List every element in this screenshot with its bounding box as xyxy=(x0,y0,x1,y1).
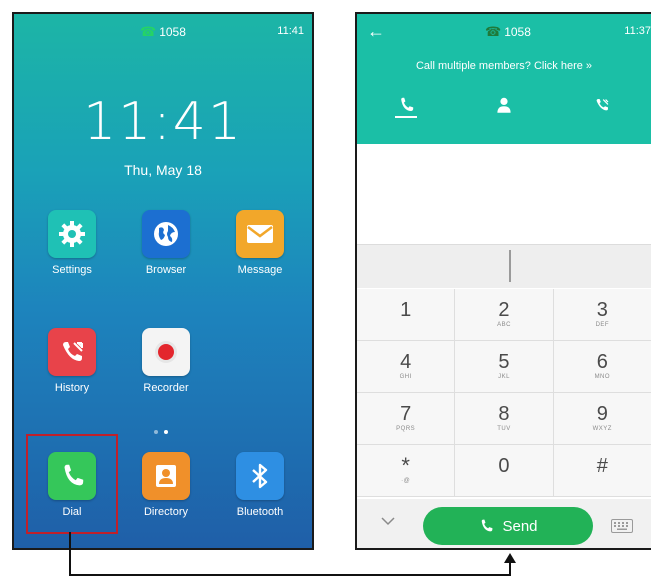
tab-dial[interactable] xyxy=(357,86,455,124)
back-arrow-icon[interactable]: ← xyxy=(367,21,385,42)
key-0[interactable]: 0 xyxy=(455,445,554,496)
keypad-row: 4 GHI 5 JKL 6 MNO xyxy=(357,341,651,393)
send-label: Send xyxy=(502,517,538,535)
app-directory[interactable]: Directory xyxy=(130,452,202,518)
keyboard-icon[interactable] xyxy=(611,519,633,538)
status-extension: ☎ 1058 xyxy=(485,24,531,40)
extension-number: 1058 xyxy=(504,25,531,39)
key-letters: ABC xyxy=(497,322,511,328)
key-letters: DEF xyxy=(595,322,610,328)
phone-icon: ☎ xyxy=(140,24,157,39)
page-indicator xyxy=(154,430,168,434)
gear-icon xyxy=(48,210,96,258)
key-9[interactable]: 9 WXYZ xyxy=(553,393,651,444)
key-3[interactable]: 3 DEF xyxy=(553,289,651,340)
key-letters: ·@ xyxy=(401,478,411,484)
app-label: Browser xyxy=(145,264,187,276)
key-letters: JKL xyxy=(498,374,510,380)
clock-date: Thu, May 18 xyxy=(124,162,202,178)
key-letters: PQRS xyxy=(396,426,416,432)
key-digit: 4 xyxy=(400,351,412,373)
clock-time: 11:41 xyxy=(83,92,243,152)
bluetooth-icon xyxy=(236,452,284,500)
dialer-screen: ← ☎ 1058 11:37 Call multiple members? Cl… xyxy=(355,12,651,550)
key-digit: 7 xyxy=(400,403,412,425)
app-settings[interactable]: Settings xyxy=(36,210,108,276)
tab-contacts[interactable] xyxy=(455,86,553,124)
phone-icon xyxy=(401,97,414,111)
home-screen: ☎ 1058 11:41 11:41 Thu, May 18 Settings … xyxy=(12,12,314,550)
key-digit: 1 xyxy=(400,299,412,321)
app-label: Bluetooth xyxy=(236,506,284,518)
keypad-row: 7 PQRS 8 TUV 9 WXYZ xyxy=(357,393,651,445)
key-digit: 9 xyxy=(596,403,608,425)
key-digit: # xyxy=(596,455,608,477)
dial-highlight-box xyxy=(26,434,118,534)
contact-icon xyxy=(142,452,190,500)
call-history-icon xyxy=(48,328,96,376)
page-dot-active xyxy=(164,430,168,434)
key-digit: 2 xyxy=(498,299,510,321)
dial-input-area xyxy=(357,144,651,244)
key-digit: 8 xyxy=(498,403,510,425)
contacts-icon xyxy=(497,97,511,113)
chevron-down-icon[interactable] xyxy=(381,513,395,529)
key-hash[interactable]: # xyxy=(553,445,651,496)
app-recorder[interactable]: Recorder xyxy=(130,328,202,394)
call-history-icon xyxy=(596,99,609,111)
app-label: Settings xyxy=(52,264,92,276)
key-letters: MNO xyxy=(594,374,611,380)
number-input-field[interactable] xyxy=(357,244,651,288)
record-icon xyxy=(142,328,190,376)
key-star[interactable]: * ·@ xyxy=(357,445,456,496)
globe-icon xyxy=(142,210,190,258)
dialer-header: ← ☎ 1058 11:37 Call multiple members? Cl… xyxy=(357,14,651,144)
app-bluetooth[interactable]: Bluetooth xyxy=(224,452,296,518)
key-digit: 5 xyxy=(498,351,510,373)
key-2[interactable]: 2 ABC xyxy=(455,289,554,340)
dial-keypad: 1 2 ABC 3 DEF 4 GHI 5 JKL 6 MNO 7 PQRS 8… xyxy=(357,289,651,497)
phone-icon: ☎ xyxy=(485,24,502,39)
key-digit: 6 xyxy=(596,351,608,373)
dialer-bottom-bar: Send xyxy=(357,499,651,548)
key-digit: 0 xyxy=(498,455,510,477)
key-digit: * xyxy=(401,453,410,478)
keypad-row: 1 2 ABC 3 DEF xyxy=(357,289,651,341)
key-8[interactable]: 8 TUV xyxy=(455,393,554,444)
key-1[interactable]: 1 xyxy=(357,289,456,340)
extension-number: 1058 xyxy=(159,25,186,39)
app-message[interactable]: Message xyxy=(224,210,296,276)
status-time: 11:37 xyxy=(624,25,651,37)
status-bar: ☎ 1058 11:41 xyxy=(14,14,312,50)
page-dot xyxy=(154,430,158,434)
status-time: 11:41 xyxy=(277,25,304,37)
key-4[interactable]: 4 GHI xyxy=(357,341,456,392)
key-letters: GHI xyxy=(399,374,412,380)
key-5[interactable]: 5 JKL xyxy=(455,341,554,392)
key-letters: TUV xyxy=(497,426,511,432)
status-extension: ☎ 1058 xyxy=(140,24,186,40)
envelope-icon xyxy=(236,210,284,258)
key-letters: WXYZ xyxy=(592,426,612,432)
multi-member-link[interactable]: Call multiple members? Click here » xyxy=(357,60,651,72)
app-label: History xyxy=(54,382,90,394)
tab-history[interactable] xyxy=(553,86,651,124)
key-7[interactable]: 7 PQRS xyxy=(357,393,456,444)
app-history[interactable]: History xyxy=(36,328,108,394)
keypad-row: * ·@ 0 # xyxy=(357,445,651,497)
app-label: Message xyxy=(237,264,283,276)
app-browser[interactable]: Browser xyxy=(130,210,202,276)
dialer-tabs xyxy=(357,86,651,124)
app-label: Directory xyxy=(143,506,188,518)
key-6[interactable]: 6 MNO xyxy=(553,341,651,392)
phone-icon xyxy=(482,519,493,532)
key-digit: 3 xyxy=(596,299,608,321)
send-button[interactable]: Send xyxy=(423,507,593,545)
text-cursor xyxy=(509,250,511,282)
app-label: Recorder xyxy=(143,382,189,394)
